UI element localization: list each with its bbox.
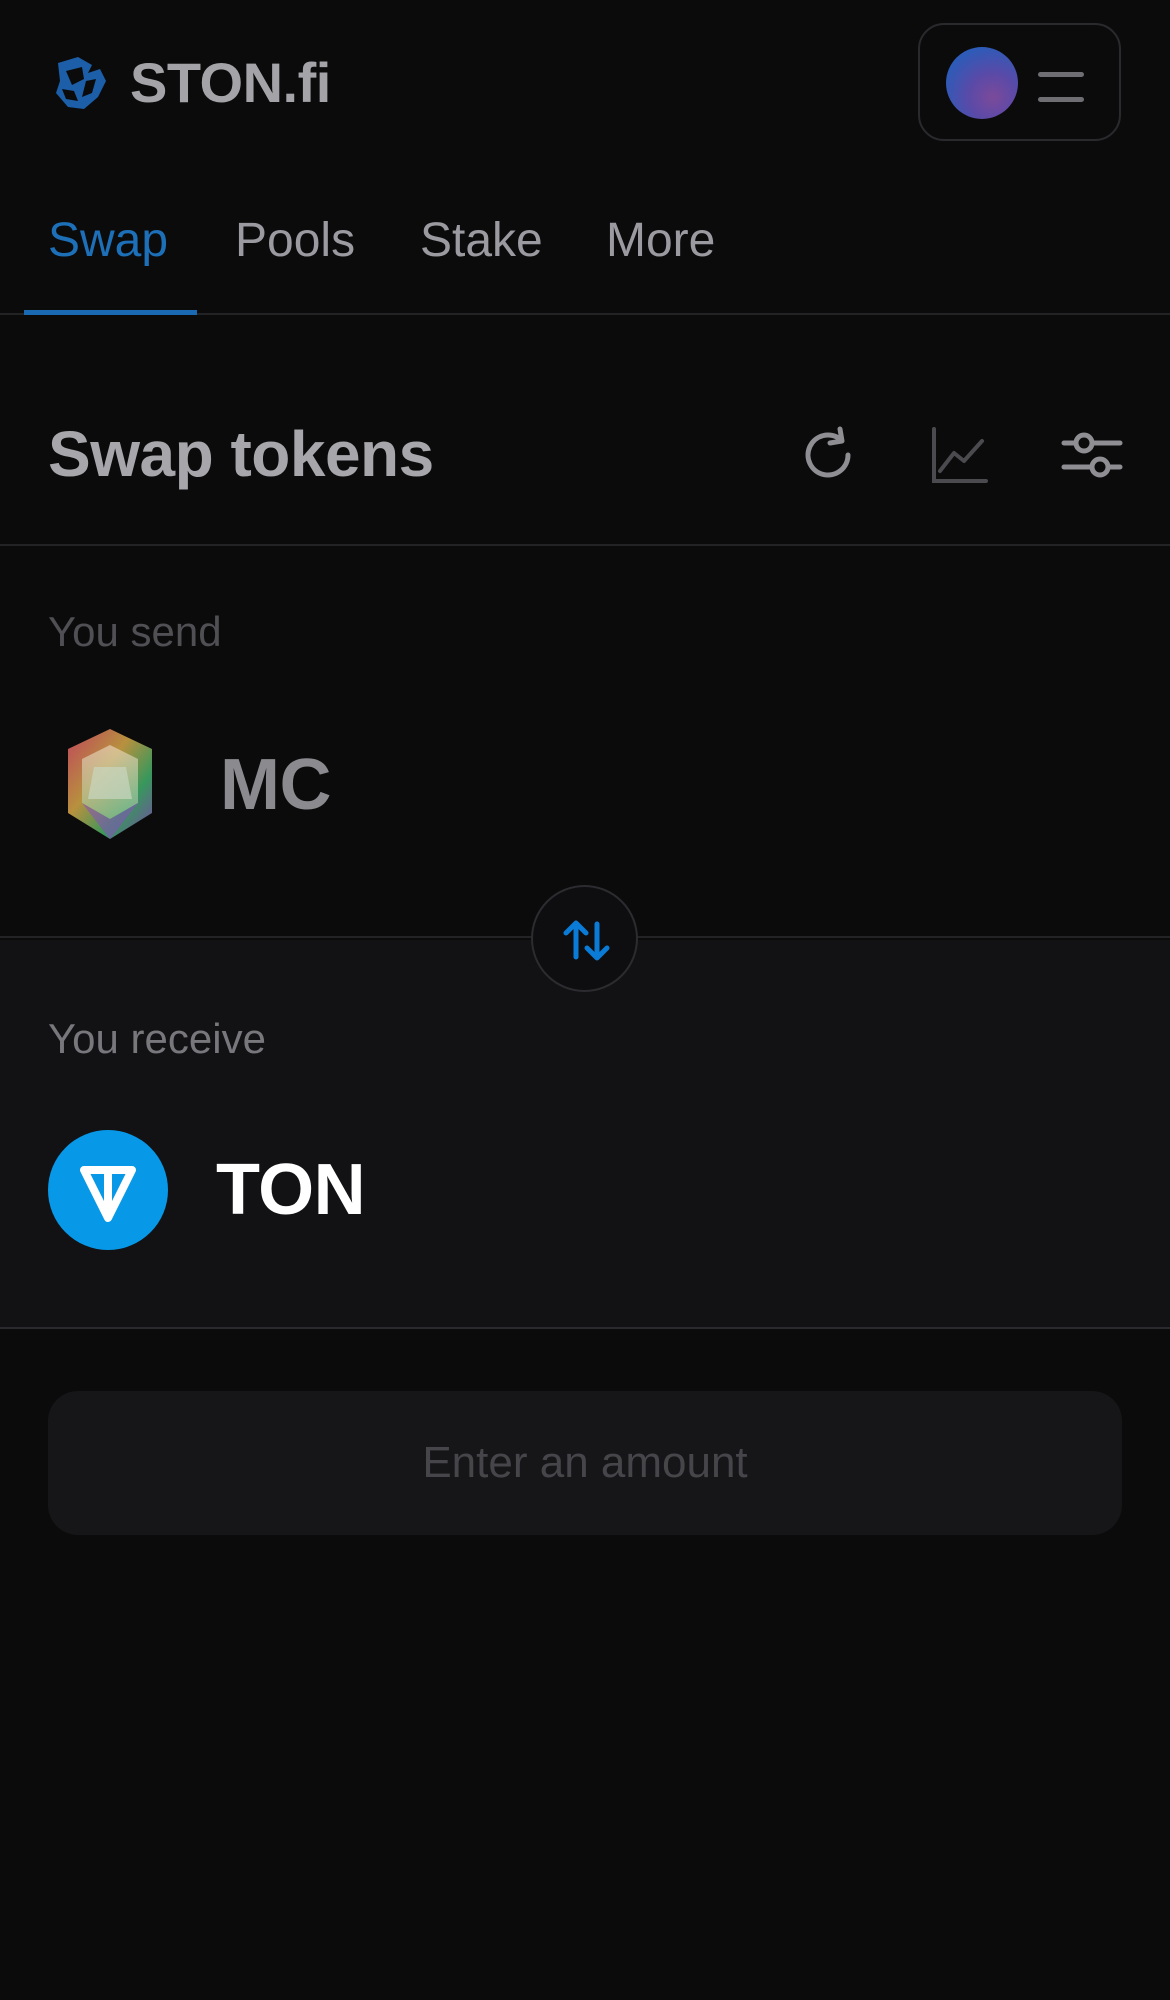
- receive-token-symbol: TON: [216, 1150, 366, 1230]
- brand-name: STON.fi: [130, 51, 331, 114]
- ston-logo-icon: [56, 56, 106, 109]
- main-tabs: Swap Pools Stake More: [0, 195, 1170, 315]
- tab-pools[interactable]: Pools: [235, 213, 355, 268]
- swap-direction-button[interactable]: [531, 885, 638, 992]
- swap-arrows-icon: [563, 920, 610, 961]
- receive-label: You receive: [48, 1015, 266, 1062]
- hamburger-icon: [1038, 69, 1084, 102]
- send-token-symbol: MC: [220, 745, 331, 825]
- chart-icon[interactable]: [928, 423, 992, 487]
- page: STON.fi Swap Pools Stake More Swap token…: [0, 0, 1170, 2000]
- page-title: Swap tokens: [48, 418, 434, 490]
- enter-amount-button[interactable]: Enter an amount: [48, 1391, 1122, 1535]
- send-label: You send: [48, 608, 222, 655]
- wallet-menu-button[interactable]: [918, 23, 1121, 141]
- tab-more[interactable]: More: [606, 213, 715, 268]
- app-header: STON.fi: [0, 0, 1170, 165]
- tab-stake[interactable]: Stake: [420, 213, 543, 268]
- receive-token-selector[interactable]: TON: [48, 1130, 366, 1250]
- avatar: [946, 47, 1018, 119]
- refresh-icon[interactable]: [796, 423, 860, 487]
- mc-token-icon: [68, 729, 152, 839]
- active-tab-indicator: [24, 310, 197, 315]
- receive-section: You receive TON: [0, 940, 1170, 1329]
- send-token-selector[interactable]: MC: [48, 723, 331, 847]
- ton-token-icon: [48, 1130, 168, 1250]
- send-section: You send MC: [0, 548, 1170, 938]
- settings-sliders-icon[interactable]: [1060, 423, 1124, 487]
- swap-header: Swap tokens: [0, 317, 1170, 546]
- tab-swap[interactable]: Swap: [48, 213, 168, 268]
- brand-logo[interactable]: STON.fi: [48, 50, 331, 115]
